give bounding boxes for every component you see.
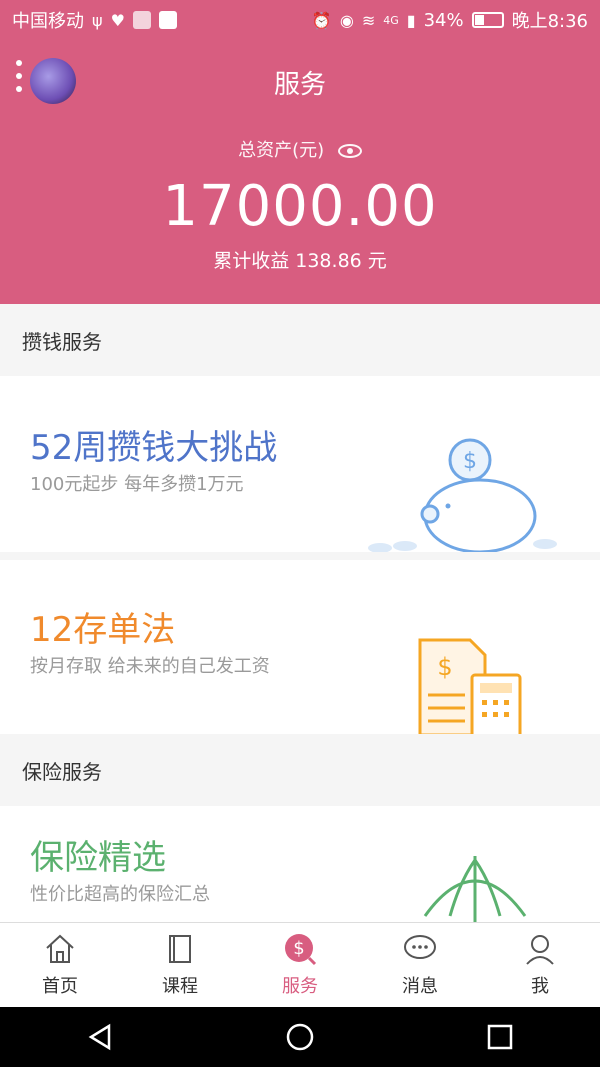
tab-label: 消息 (402, 976, 438, 997)
app-notification-icon (132, 11, 151, 29)
usb-icon: ψ (92, 10, 103, 30)
eye-icon[interactable] (337, 144, 362, 158)
signal-icon: ▮ (406, 10, 416, 30)
back-icon[interactable] (85, 1022, 115, 1052)
clock: 晚上8:36 (511, 11, 588, 32)
card-subtitle: 性价比超高的保险汇总 (30, 884, 210, 905)
card-52-week-challenge[interactable]: 52周攒钱大挑战 100元起步 每年多攒1万元 $ (0, 376, 600, 552)
app-notification-icon-2 (158, 11, 177, 29)
battery-icon (471, 12, 504, 28)
total-asset-label-text: 总资产(元) (238, 140, 325, 161)
tab-services[interactable]: $ 服务 (240, 923, 360, 1007)
tab-messages[interactable]: 消息 (360, 923, 480, 1007)
section-title: 攒钱服务 (22, 329, 102, 354)
tab-label: 首页 (42, 976, 78, 997)
carrier-text: 中国移动 (12, 11, 84, 32)
message-icon (404, 935, 436, 959)
card-title: 12存单法 (30, 610, 176, 650)
service-icon: $ (285, 934, 317, 966)
bill-calculator-icon: $ (418, 638, 522, 734)
umbrella-icon (423, 856, 527, 922)
section-insurance-services: 保险服务 (0, 734, 600, 806)
svg-text:$: $ (463, 449, 477, 474)
card-12-deposit-method[interactable]: 12存单法 按月存取 给未来的自己发工资 $ (0, 560, 600, 734)
total-asset-value: 17000.00 (162, 174, 438, 239)
book-icon (169, 935, 191, 963)
card-title: 52周攒钱大挑战 (30, 428, 278, 468)
network-type: 4G (383, 13, 399, 27)
page-title: 服务 (273, 70, 326, 100)
section-title: 保险服务 (22, 759, 102, 784)
tab-home[interactable]: 首页 (0, 923, 120, 1007)
piggy-bank-icon: $ (368, 438, 557, 552)
tab-label: 课程 (162, 976, 198, 997)
home-button-icon[interactable] (285, 1022, 315, 1052)
recent-apps-icon[interactable] (485, 1022, 515, 1052)
section-save-services: 攒钱服务 (0, 304, 600, 376)
card-insurance-selection[interactable]: 保险精选 性价比超高的保险汇总 (0, 806, 600, 922)
svg-text:$: $ (293, 938, 304, 959)
card-title: 保险精选 (30, 838, 166, 878)
tab-label: 服务 (282, 976, 318, 997)
health-icon: ♥ (110, 10, 125, 30)
alarm-icon: ⏰ (311, 10, 332, 30)
tab-profile[interactable]: 我 (480, 923, 600, 1007)
total-asset-label: 总资产(元) (0, 136, 600, 162)
card-subtitle: 按月存取 给未来的自己发工资 (30, 656, 270, 677)
eye-status-icon: ◉ (339, 10, 354, 30)
battery-percent: 34% (423, 9, 464, 31)
cumulative-earnings: 累计收益 138.86 元 (213, 250, 387, 272)
asset-header: 服务 总资产(元) 17000.00 累计收益 138.86 元 (0, 40, 600, 304)
bottom-tab-bar: 首页 课程 $ 服务 消息 我 (0, 922, 600, 1007)
svg-text:$: $ (437, 653, 452, 681)
card-subtitle: 100元起步 每年多攒1万元 (30, 474, 244, 495)
profile-icon (526, 935, 554, 965)
tab-label: 我 (531, 976, 549, 997)
status-bar: 中国移动 ψ ♥ ⏰ ◉ ≋ 4G ▮ 34% 晚上8:36 (0, 0, 600, 40)
wifi-icon: ≋ (361, 10, 376, 30)
home-icon (46, 934, 74, 963)
system-navigation-bar (0, 1007, 600, 1067)
tab-courses[interactable]: 课程 (120, 923, 240, 1007)
